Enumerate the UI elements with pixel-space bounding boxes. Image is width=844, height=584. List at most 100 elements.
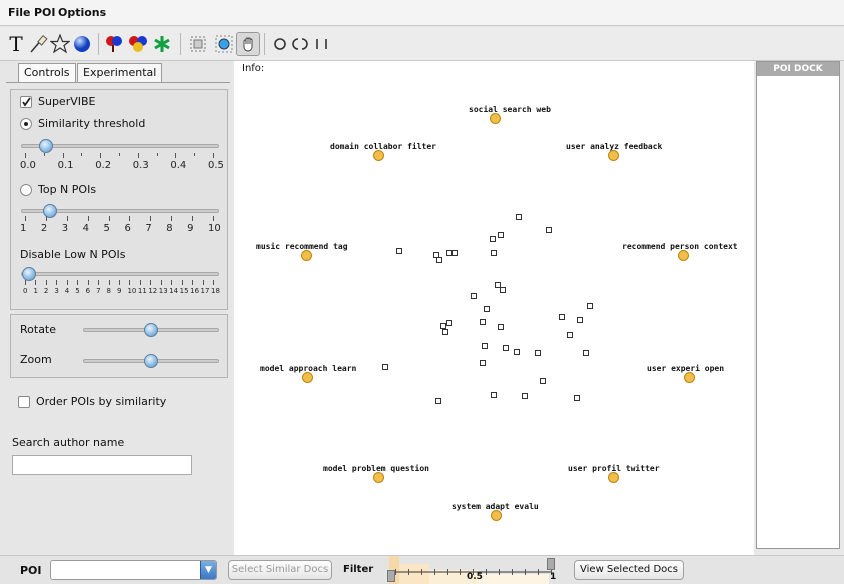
disable-label: Disable Low N POIs [20, 248, 126, 261]
document-marker[interactable] [491, 392, 497, 398]
poi-label[interactable]: music recommend tag [256, 242, 348, 251]
select-similar-docs-button[interactable]: Select Similar Docs [228, 560, 332, 580]
document-marker[interactable] [482, 343, 488, 349]
similarity-radio[interactable] [20, 118, 32, 130]
document-marker[interactable] [436, 257, 442, 263]
document-marker[interactable] [396, 248, 402, 254]
poi-marker[interactable] [373, 150, 384, 161]
document-marker[interactable] [574, 395, 580, 401]
document-marker[interactable] [540, 378, 546, 384]
document-marker[interactable] [577, 317, 583, 323]
star-icon[interactable] [48, 32, 72, 56]
document-marker[interactable] [484, 306, 490, 312]
hand-icon[interactable] [236, 32, 260, 56]
document-marker[interactable] [583, 350, 589, 356]
slider-tick [171, 280, 173, 285]
document-marker[interactable] [503, 345, 509, 351]
sphere-icon[interactable] [70, 32, 94, 56]
visualization-canvas[interactable]: Info: social search web domain collabor f… [234, 61, 754, 555]
supervibe-checkbox[interactable] [20, 96, 32, 108]
poi-marker[interactable] [684, 372, 695, 383]
filter-histogram[interactable]: 0.5 1 [387, 556, 557, 584]
hearts-icon[interactable] [102, 32, 126, 56]
filter-tick [512, 569, 513, 575]
slider-tick-label: 8 [106, 287, 112, 295]
slider-tick-label: 5 [75, 287, 80, 295]
slider-tick [45, 216, 47, 221]
topn-radio[interactable] [20, 184, 32, 196]
slider-minor-tick [81, 153, 83, 156]
poi-marker[interactable] [301, 250, 312, 261]
heart-cluster-icon[interactable] [126, 32, 150, 56]
poi-marker[interactable] [373, 472, 384, 483]
poi-label[interactable]: domain collabor filter [330, 142, 436, 151]
similarity-slider-knob[interactable] [39, 139, 53, 153]
tab-experimental[interactable]: Experimental [77, 63, 163, 82]
poi-marker[interactable] [302, 372, 313, 383]
poi-dock[interactable]: POI DOCK [756, 61, 840, 549]
disable-slider-knob[interactable] [22, 267, 36, 281]
poi-label[interactable]: user experi open [647, 364, 724, 373]
chevron-down-icon[interactable]: ▼ [200, 561, 216, 579]
pen-icon[interactable] [26, 32, 50, 56]
document-marker[interactable] [500, 287, 506, 293]
document-marker[interactable] [567, 332, 573, 338]
document-marker[interactable] [471, 293, 477, 299]
document-marker[interactable] [498, 324, 504, 330]
document-marker[interactable] [382, 364, 388, 370]
view-selected-docs-button[interactable]: View Selected Docs [574, 560, 684, 580]
document-marker[interactable] [514, 349, 520, 355]
document-marker[interactable] [490, 236, 496, 242]
filter-max-handle[interactable] [547, 558, 555, 570]
document-marker[interactable] [559, 314, 565, 320]
document-marker[interactable] [480, 360, 486, 366]
rotate-slider-knob[interactable] [144, 323, 158, 337]
poi-marker[interactable] [608, 150, 619, 161]
document-marker[interactable] [516, 214, 522, 220]
topn-label: Top N POIs [38, 183, 97, 196]
document-marker[interactable] [452, 250, 458, 256]
slider-tick-label: 3 [61, 223, 69, 234]
menu-file[interactable]: File [8, 6, 31, 19]
document-marker[interactable] [491, 250, 497, 256]
poi-select[interactable]: ▼ [50, 560, 217, 580]
filter-min-handle[interactable] [387, 570, 395, 582]
disable-slider[interactable] [21, 272, 219, 276]
document-marker[interactable] [480, 319, 486, 325]
tab-controls[interactable]: Controls [18, 63, 76, 82]
slider-tick-label: 0.4 [170, 160, 187, 171]
slider-tick [137, 153, 139, 158]
document-marker[interactable] [535, 350, 541, 356]
green-star-icon[interactable] [150, 32, 174, 56]
document-marker[interactable] [498, 232, 504, 238]
zoom-slider-knob[interactable] [144, 354, 158, 368]
slider-tick [213, 216, 214, 221]
poi-marker[interactable] [608, 472, 619, 483]
document-marker[interactable] [522, 393, 528, 399]
search-author-input[interactable] [12, 455, 192, 475]
poi-marker[interactable] [678, 250, 689, 261]
slider-tick [108, 280, 110, 285]
menu-poi[interactable]: POI [34, 6, 56, 19]
menu-options[interactable]: Options [58, 6, 106, 19]
select-box-icon[interactable] [186, 32, 210, 56]
slider-tick [150, 216, 152, 221]
document-marker[interactable] [442, 329, 448, 335]
open-circle-icon[interactable] [288, 32, 312, 56]
target-icon[interactable] [212, 32, 236, 56]
poi-label[interactable]: social search web [469, 105, 551, 114]
document-marker[interactable] [446, 320, 452, 326]
text-icon[interactable]: T [4, 32, 28, 56]
poi-label[interactable]: recommend person context [622, 242, 738, 251]
poi-marker[interactable] [490, 113, 501, 124]
slider-tick-label: 0.2 [95, 160, 112, 171]
document-marker[interactable] [587, 303, 593, 309]
slider-tick-label: 0 [23, 287, 28, 295]
order-checkbox[interactable] [18, 396, 30, 408]
document-marker[interactable] [435, 398, 441, 404]
document-marker[interactable] [546, 227, 552, 233]
poi-marker[interactable] [491, 510, 502, 521]
slider-tick-label: 7 [145, 223, 152, 234]
order-label: Order POIs by similarity [36, 395, 167, 408]
bars-icon[interactable] [310, 32, 334, 56]
